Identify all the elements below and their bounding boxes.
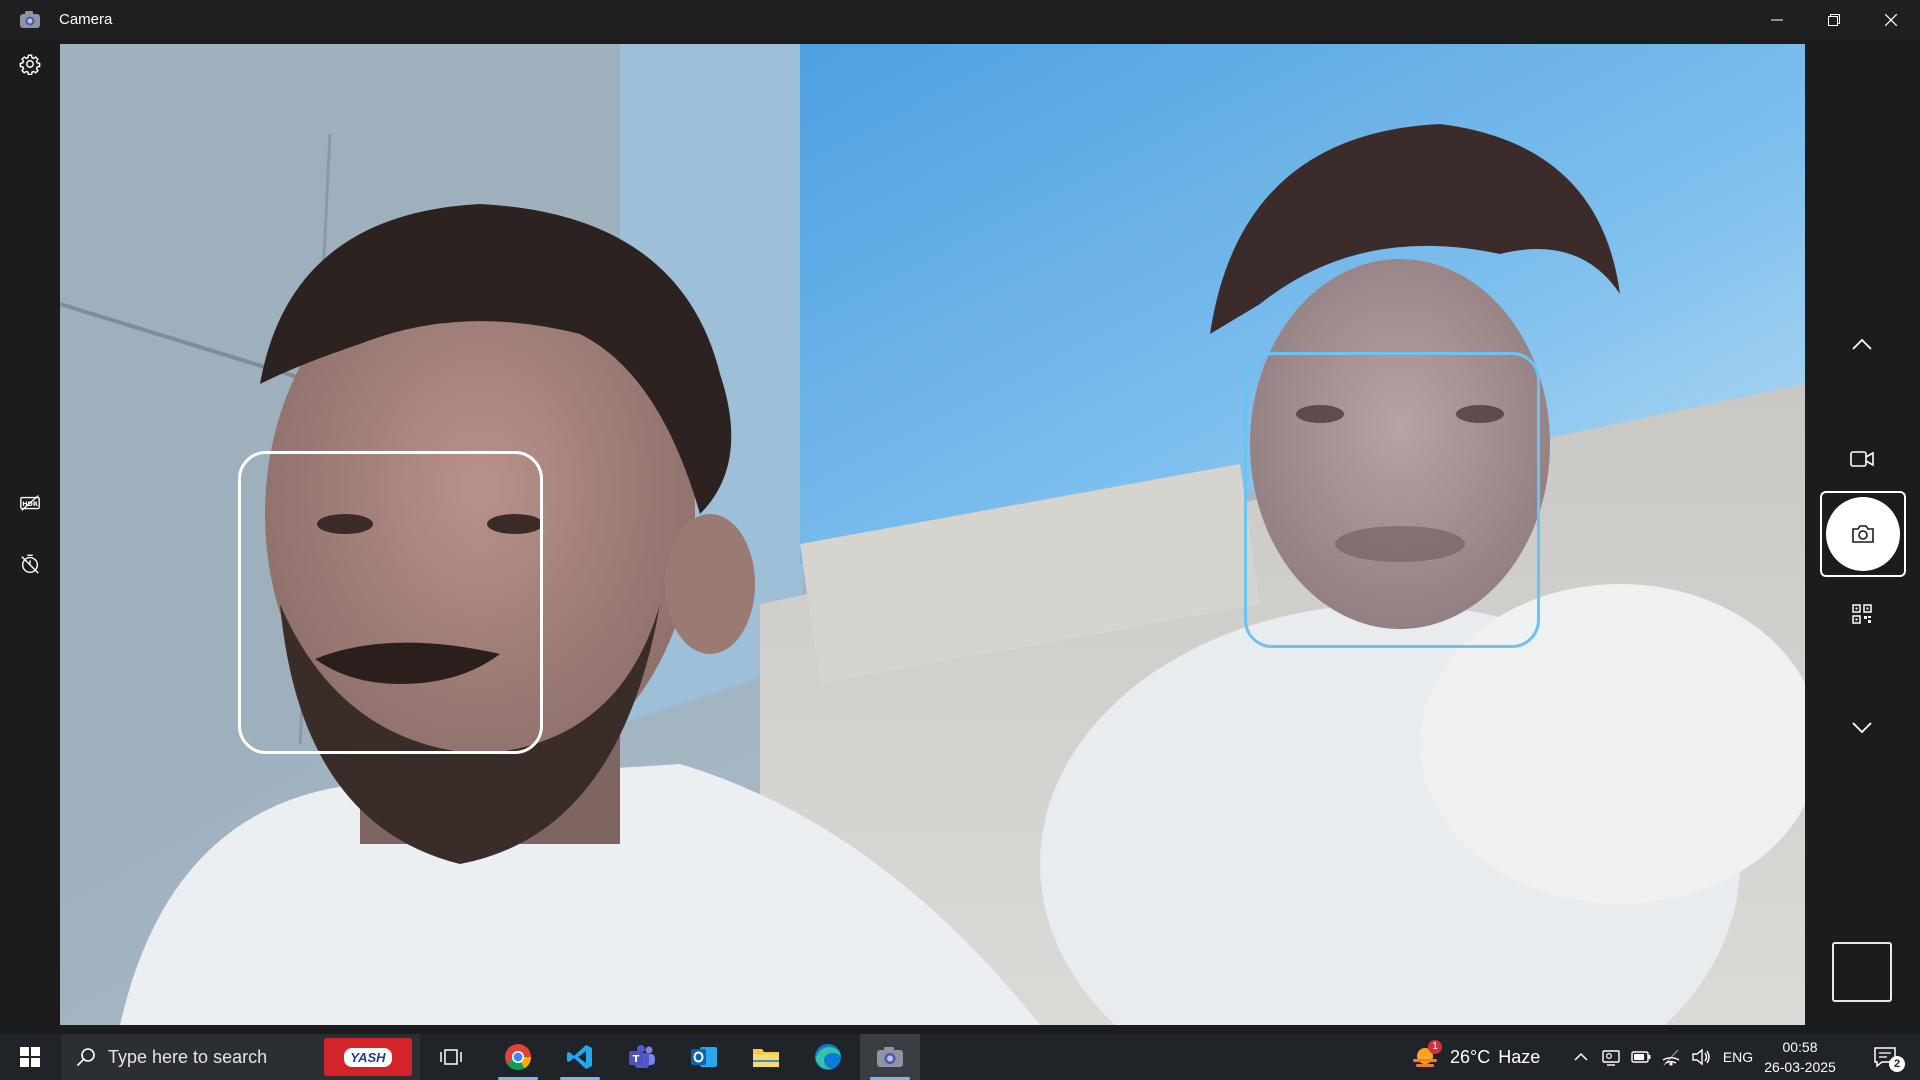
language-indicator: ENG — [1722, 1049, 1754, 1065]
face-detection-box — [1244, 352, 1540, 648]
windows-logo-icon — [20, 1047, 40, 1067]
taskbar-app-vscode[interactable] — [550, 1034, 610, 1080]
show-hidden-icons-button[interactable] — [1568, 1034, 1594, 1080]
taskbar-app-chrome[interactable] — [488, 1034, 548, 1080]
qr-scan-icon — [1852, 604, 1872, 624]
promo-logo-text: YASH — [344, 1047, 392, 1067]
taskbar-search-box[interactable]: Type here to search YASH — [62, 1034, 420, 1080]
search-highlight-promo[interactable]: YASH — [324, 1038, 412, 1076]
qr-scan-button[interactable] — [1843, 595, 1881, 633]
taskbar: Type here to search YASH T 1 26°C Haze E… — [0, 1034, 1920, 1080]
tray-meet-now[interactable] — [1598, 1034, 1624, 1080]
face-detection-box — [238, 451, 543, 754]
speaker-icon — [1691, 1048, 1711, 1066]
taskbar-app-teams[interactable]: T — [612, 1034, 672, 1080]
take-photo-frame[interactable] — [1820, 491, 1906, 577]
weather-temperature: 26°C — [1450, 1046, 1491, 1067]
video-mode-button[interactable] — [1843, 440, 1881, 478]
chevron-up-icon — [1574, 1052, 1588, 1062]
restore-button[interactable] — [1805, 0, 1863, 40]
last-capture-thumbnail[interactable] — [1832, 942, 1892, 1002]
tray-network[interactable] — [1658, 1034, 1684, 1080]
edge-icon — [814, 1043, 842, 1071]
vscode-icon — [567, 1044, 593, 1070]
notification-icon: 2 — [1873, 1046, 1905, 1072]
close-button[interactable] — [1862, 0, 1920, 40]
notification-center-button[interactable]: 2 — [1860, 1034, 1910, 1080]
taskbar-app-edge[interactable] — [798, 1034, 858, 1080]
outlook-icon — [690, 1044, 718, 1070]
taskbar-app-file-explorer[interactable] — [736, 1034, 796, 1080]
window-title: Camera — [59, 11, 113, 28]
taskbar-app-outlook[interactable] — [674, 1034, 734, 1080]
clock-date: 26-03-2025 — [1764, 1059, 1836, 1075]
weather-alert-badge: 1 — [1428, 1040, 1442, 1054]
taskbar-clock[interactable]: 00:58 26-03-2025 — [1760, 1034, 1840, 1080]
file-explorer-icon — [752, 1045, 780, 1069]
scroll-up-button[interactable] — [1843, 325, 1881, 363]
weather-condition: Haze — [1498, 1046, 1541, 1067]
left-toolbar — [0, 40, 60, 1025]
gear-icon — [19, 53, 41, 75]
camera-app-icon — [19, 9, 41, 31]
settings-button[interactable] — [15, 49, 45, 79]
weather-widget[interactable]: 1 26°C Haze — [1410, 1034, 1550, 1080]
scroll-down-button[interactable] — [1843, 709, 1881, 747]
weather-haze-icon: 1 — [1410, 1040, 1442, 1070]
camera-viewfinder[interactable] — [60, 44, 1805, 1025]
tray-language[interactable]: ENG — [1718, 1034, 1758, 1080]
search-icon — [76, 1047, 96, 1067]
camera-app-icon — [876, 1045, 904, 1069]
clock-time: 00:58 — [1782, 1039, 1818, 1055]
minimize-button[interactable] — [1748, 0, 1806, 40]
timer-off-icon — [19, 553, 41, 575]
battery-icon — [1631, 1051, 1651, 1063]
tray-battery[interactable] — [1628, 1034, 1654, 1080]
camera-shutter-icon — [1851, 524, 1875, 544]
svg-text:T: T — [633, 1054, 640, 1065]
hdr-off-icon: HDR — [19, 492, 41, 514]
take-photo-button[interactable] — [1826, 497, 1900, 571]
hdr-toggle-button[interactable]: HDR — [15, 488, 45, 518]
display-icon — [1601, 1048, 1621, 1066]
wifi-icon — [1661, 1048, 1681, 1066]
chrome-icon — [504, 1043, 532, 1071]
start-button[interactable] — [0, 1034, 60, 1080]
notification-count-badge: 2 — [1889, 1056, 1905, 1072]
timer-button[interactable] — [15, 549, 45, 579]
task-view-button[interactable] — [426, 1034, 476, 1080]
tray-volume[interactable] — [1688, 1034, 1714, 1080]
title-bar: Camera — [0, 0, 1920, 40]
video-mode-icon — [1850, 450, 1874, 468]
taskbar-app-camera[interactable] — [860, 1034, 920, 1080]
chevron-down-icon — [1852, 722, 1872, 734]
task-view-icon — [440, 1047, 462, 1067]
search-placeholder: Type here to search — [108, 1046, 268, 1067]
chevron-up-icon — [1852, 338, 1872, 350]
teams-icon: T — [628, 1044, 656, 1070]
